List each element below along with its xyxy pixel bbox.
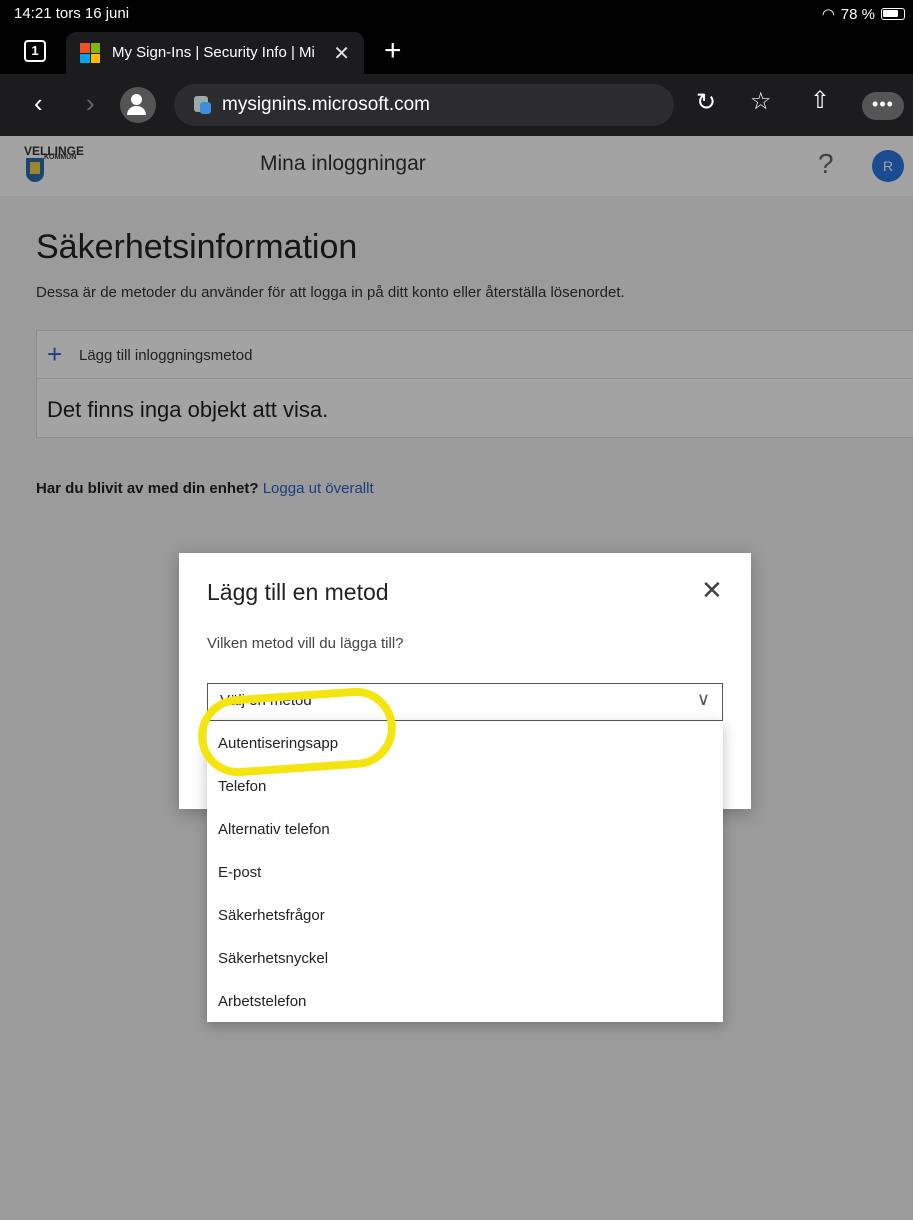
option-alternate-phone[interactable]: Alternativ telefon	[207, 807, 723, 850]
option-security-key[interactable]: Säkerhetsnyckel	[207, 936, 723, 979]
option-authenticator-app[interactable]: Autentiseringsapp	[207, 721, 723, 764]
dialog-question: Vilken metod vill du lägga till?	[207, 635, 404, 652]
forward-icon[interactable]: ›	[86, 88, 95, 119]
method-dropdown-list: Autentiseringsapp Telefon Alternativ tel…	[207, 721, 723, 1022]
option-email[interactable]: E-post	[207, 850, 723, 893]
battery-icon	[881, 8, 905, 20]
browser-tab[interactable]: My Sign-Ins | Security Info | Mi ✕	[66, 32, 364, 74]
option-security-questions[interactable]: Säkerhetsfrågor	[207, 893, 723, 936]
favorites-icon[interactable]: ☆	[750, 87, 772, 116]
profile-icon[interactable]	[120, 87, 156, 123]
chevron-down-icon: ∨	[696, 689, 710, 709]
more-menu-button[interactable]: •••	[862, 92, 904, 120]
reload-icon[interactable]: ↻	[696, 88, 716, 117]
method-select-value: Välj en metod	[220, 692, 312, 709]
back-icon[interactable]: ‹	[34, 88, 43, 119]
new-tab-icon[interactable]: +	[384, 34, 402, 68]
url-text: mysignins.microsoft.com	[222, 94, 430, 115]
site-security-icon	[194, 96, 211, 114]
microsoft-logo-icon	[80, 43, 100, 63]
wifi-icon: ◠	[821, 6, 835, 23]
option-office-phone[interactable]: Arbetstelefon	[207, 979, 723, 1022]
close-icon[interactable]: ✕	[701, 575, 723, 606]
share-icon[interactable]: ⇧	[810, 86, 830, 115]
address-bar: ‹ › mysignins.microsoft.com ↻ ☆ ⇧ •••	[0, 74, 913, 136]
url-field[interactable]: mysignins.microsoft.com	[174, 84, 674, 126]
tab-bar: 1 My Sign-Ins | Security Info | Mi ✕ +	[0, 28, 913, 74]
close-tab-icon[interactable]: ✕	[333, 41, 350, 66]
dialog-title: Lägg till en metod	[207, 579, 389, 605]
tab-switcher-button[interactable]: 1	[24, 40, 46, 62]
option-phone[interactable]: Telefon	[207, 764, 723, 807]
status-right: ◠ 78 %	[822, 5, 905, 23]
battery-percent: 78 %	[840, 5, 875, 23]
status-bar: 14:21 tors 16 juni ◠ 78 %	[0, 0, 913, 28]
method-select[interactable]: Välj en metod ∨	[207, 683, 723, 721]
tab-title: My Sign-Ins | Security Info | Mi	[112, 44, 315, 61]
status-time-date: 14:21 tors 16 juni	[14, 5, 130, 22]
